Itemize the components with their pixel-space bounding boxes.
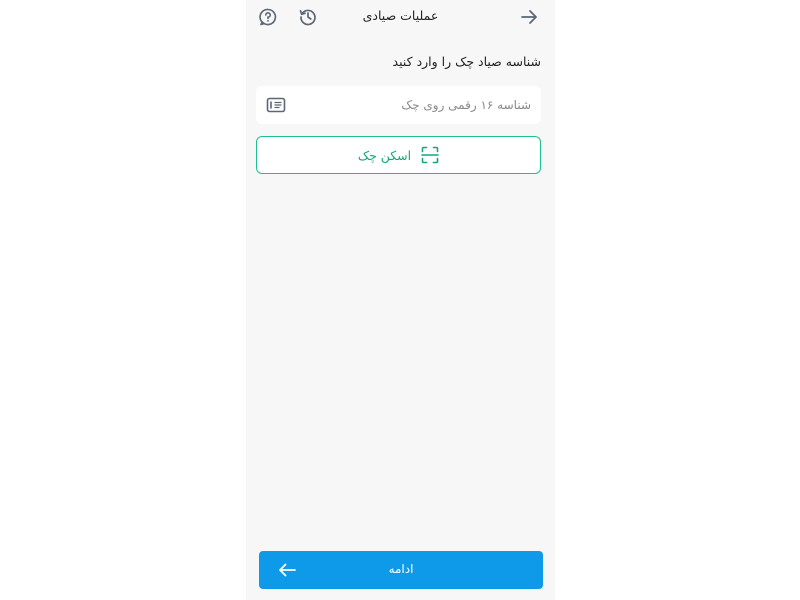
history-button[interactable] xyxy=(296,5,320,29)
back-button[interactable] xyxy=(517,5,541,29)
sayad-id-label: شناسه صیاد چک را وارد کنید xyxy=(392,54,541,69)
scan-icon xyxy=(421,146,439,164)
continue-button[interactable]: ادامه xyxy=(259,551,543,589)
arrow-left-icon xyxy=(279,563,296,577)
scan-check-label: اسکن چک xyxy=(357,147,412,163)
top-app-bar: عملیات صیادی xyxy=(246,0,555,36)
help-icon xyxy=(259,8,277,26)
scan-check-button[interactable]: اسکن چک xyxy=(256,136,541,174)
page-title: عملیات صیادی xyxy=(362,8,439,23)
history-icon xyxy=(299,9,316,26)
arrow-right-icon xyxy=(521,10,537,24)
help-button[interactable] xyxy=(256,5,280,29)
sayad-id-field[interactable] xyxy=(256,86,541,124)
check-card-icon xyxy=(266,97,286,113)
continue-label: ادامه xyxy=(388,562,414,576)
sayad-id-input[interactable] xyxy=(296,86,531,124)
app-screen: عملیات صیادی شناسه صیاد چک را وارد کنید xyxy=(246,0,555,600)
